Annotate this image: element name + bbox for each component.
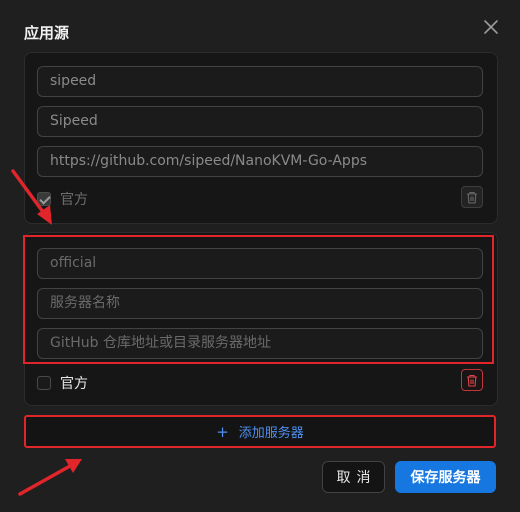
add-server-label: 添加服务器 [238, 426, 304, 441]
delete-source-button[interactable] [461, 369, 483, 391]
cancel-button[interactable]: 取消 [322, 461, 385, 493]
trash-icon [467, 374, 477, 387]
official-label: 官方 [60, 376, 88, 392]
official-checkbox-row[interactable]: 官方 [37, 189, 88, 209]
save-server-button[interactable]: 保存服务器 [395, 461, 496, 493]
official-label: 官方 [60, 192, 88, 208]
official-checkbox[interactable] [37, 192, 51, 206]
highlight-box [23, 235, 494, 364]
source-name-field[interactable]: sipeed [37, 66, 483, 97]
source-url-field[interactable]: https://github.com/sipeed/NanoKVM-Go-App… [37, 146, 483, 177]
app-source-dialog: 应用源 sipeed Sipeed https://github.com/sip… [0, 0, 520, 512]
arrow-icon [18, 459, 82, 496]
official-checkbox[interactable] [37, 376, 51, 390]
official-checkbox-row[interactable]: 官方 [37, 373, 88, 393]
close-icon[interactable] [480, 16, 502, 38]
plus-icon: + [216, 422, 229, 441]
trash-icon [467, 191, 477, 204]
delete-source-button[interactable] [461, 186, 483, 208]
source-panel-sipeed: sipeed Sipeed https://github.com/sipeed/… [24, 52, 498, 224]
add-server-button[interactable]: + 添加服务器 [24, 415, 496, 448]
source-display-name-field[interactable]: Sipeed [37, 106, 483, 137]
dialog-title: 应用源 [24, 24, 70, 42]
